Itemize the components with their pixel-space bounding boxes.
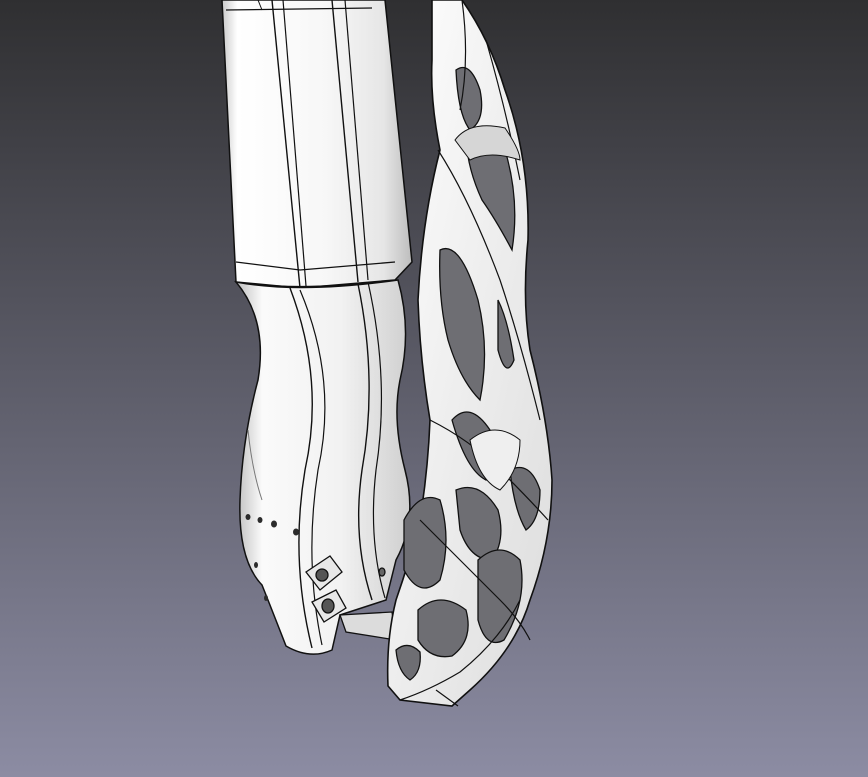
forearm-socket-upper[interactable]: [221, 0, 413, 289]
3d-model-view[interactable]: [0, 0, 868, 777]
3d-viewport[interactable]: forearm-socket-upper forearm-socket-lowe…: [0, 0, 868, 777]
lattice-splint[interactable]: [386, 0, 553, 707]
